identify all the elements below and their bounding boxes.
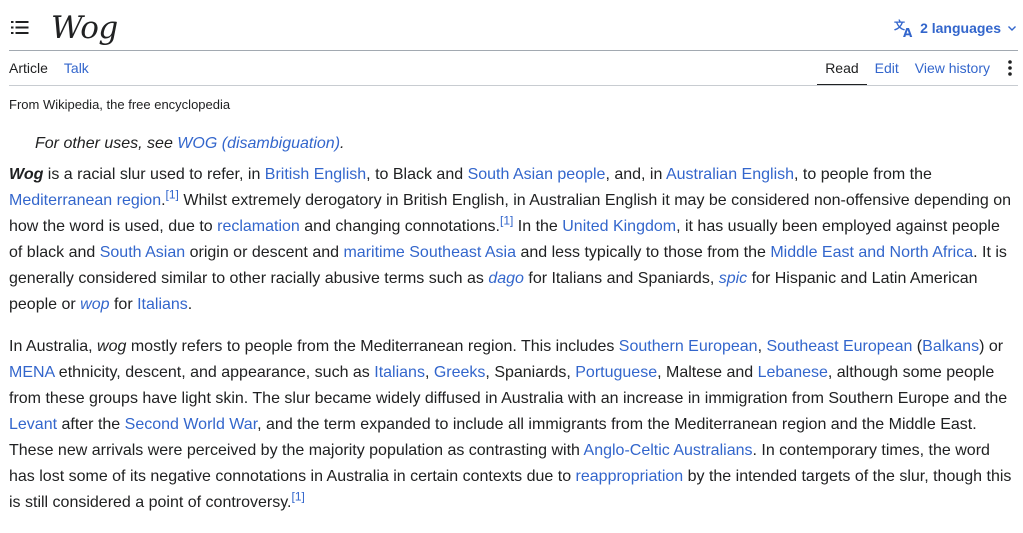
text: , xyxy=(424,364,434,381)
link-southeast-european[interactable]: Southeast European xyxy=(766,338,912,355)
text: ) or xyxy=(979,338,1004,355)
tabs-divider xyxy=(9,85,1018,86)
link-united-kingdom[interactable]: United Kingdom xyxy=(562,218,676,235)
text: , to people from the xyxy=(794,166,932,183)
paragraph: Wog is a racial slur used to refer, in B… xyxy=(9,162,1016,318)
link-spic[interactable]: spic xyxy=(719,270,747,287)
text: after the xyxy=(57,416,125,433)
language-button-label: 2 languages xyxy=(920,20,1001,36)
hatnote-text: For other uses, see xyxy=(35,135,178,152)
disambiguation-link[interactable]: WOG (disambiguation) xyxy=(177,135,340,152)
tab-talk[interactable]: Talk xyxy=(56,51,97,85)
table-of-contents-icon[interactable] xyxy=(11,21,29,35)
link-dago[interactable]: dago xyxy=(488,270,524,287)
text: In Australia, xyxy=(9,338,98,355)
text: ethnicity, descent, and appearance, such… xyxy=(54,364,375,381)
text: . xyxy=(187,296,193,313)
text: In the xyxy=(513,218,563,235)
link-portuguese[interactable]: Portuguese xyxy=(575,364,657,381)
tab-edit[interactable]: Edit xyxy=(867,51,907,85)
text: mostly refers to people from the Mediter… xyxy=(126,338,619,355)
link-mena[interactable]: MENA xyxy=(9,364,54,381)
link-british-english[interactable]: British English xyxy=(265,166,366,183)
text: is a racial slur used to refer, in xyxy=(43,166,265,183)
site-tagline: From Wikipedia, the free encyclopedia xyxy=(9,97,231,112)
namespace-tabs: Article Talk xyxy=(9,51,97,85)
view-tabs: Read Edit View history xyxy=(817,51,1023,86)
citation-link[interactable]: [1] xyxy=(292,490,305,504)
link-italians[interactable]: Italians xyxy=(374,364,425,381)
svg-text:A: A xyxy=(903,26,913,38)
link-south-asian-people[interactable]: South Asian people xyxy=(468,166,606,183)
lead-term: Wog xyxy=(9,166,44,183)
text: and less typically to those from the xyxy=(516,244,771,261)
link-maritime-southeast-asia[interactable]: maritime Southeast Asia xyxy=(343,244,516,261)
text: for xyxy=(109,296,138,313)
link-balkans[interactable]: Balkans xyxy=(922,338,979,355)
tab-read[interactable]: Read xyxy=(817,51,868,86)
link-reclamation[interactable]: reclamation xyxy=(217,218,300,235)
link-lebanese[interactable]: Lebanese xyxy=(758,364,828,381)
citation-link[interactable]: [1] xyxy=(166,188,179,202)
link-italians[interactable]: Italians xyxy=(137,296,188,313)
text: , to Black and xyxy=(366,166,468,183)
article-body: For other uses, see WOG (disambiguation)… xyxy=(9,132,1016,532)
text: , Spaniards, xyxy=(485,364,576,381)
text: , and, in xyxy=(605,166,666,183)
link-levant[interactable]: Levant xyxy=(9,416,57,433)
page-header: Wog 文 A 2 languages xyxy=(0,0,1023,50)
link-australian-english[interactable]: Australian English xyxy=(666,166,794,183)
language-icon: 文 A xyxy=(894,18,914,38)
text: ( xyxy=(912,338,923,355)
chevron-down-icon xyxy=(1007,23,1017,33)
link-southern-european[interactable]: Southern European xyxy=(619,338,758,355)
text: and changing connotations. xyxy=(299,218,500,235)
emphasis: wog xyxy=(97,338,127,355)
link-greeks[interactable]: Greeks xyxy=(434,364,486,381)
more-vertical-icon[interactable] xyxy=(1000,51,1020,85)
page-title: Wog xyxy=(51,10,118,46)
paragraph: In Australia, wog mostly refers to peopl… xyxy=(9,334,1016,516)
hatnote-text: . xyxy=(340,135,345,152)
link-wop[interactable]: wop xyxy=(80,296,109,313)
text: origin or descent and xyxy=(185,244,344,261)
language-button[interactable]: 文 A 2 languages xyxy=(894,18,1017,38)
tab-view-history[interactable]: View history xyxy=(907,51,998,85)
link-second-world-war[interactable]: Second World War xyxy=(125,416,258,433)
text: for Italians and Spaniards, xyxy=(523,270,719,287)
link-mediterranean-region[interactable]: Mediterranean region xyxy=(9,192,161,209)
text: , Maltese and xyxy=(657,364,758,381)
link-anglo-celtic-australians[interactable]: Anglo-Celtic Australians xyxy=(584,442,753,459)
link-reappropriation[interactable]: reappropriation xyxy=(576,468,684,485)
link-south-asian[interactable]: South Asian xyxy=(100,244,185,261)
citation-link[interactable]: [1] xyxy=(500,214,513,228)
hatnote: For other uses, see WOG (disambiguation)… xyxy=(35,132,1016,156)
link-middle-east-north-africa[interactable]: Middle East and North Africa xyxy=(770,244,973,261)
tab-article[interactable]: Article xyxy=(9,51,56,85)
